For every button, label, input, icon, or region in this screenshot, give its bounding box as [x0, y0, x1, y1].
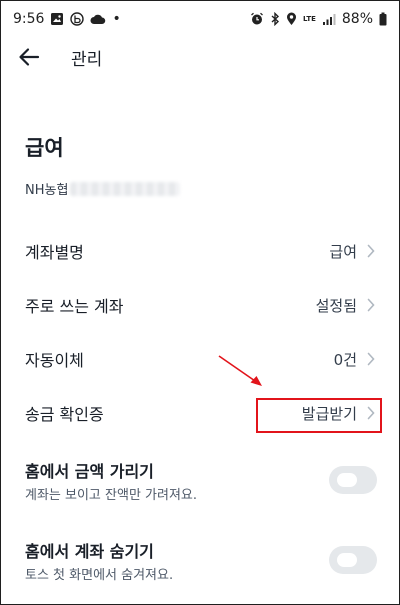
status-left: 9:56 •: [13, 11, 121, 27]
status-right: LTE 88%: [250, 11, 387, 27]
row-primary-account[interactable]: 주로 쓰는 계좌 설정됨: [1, 283, 399, 327]
annotation-highlight-box: [256, 398, 382, 433]
location-icon: [286, 12, 297, 26]
alarm-icon: [250, 12, 264, 26]
battery-icon: [379, 12, 387, 26]
toggle-description: 계좌는 보이고 잔액만 가려져요.: [25, 488, 198, 503]
toggle-knob: [337, 553, 357, 567]
bluetooth-icon: [270, 12, 280, 26]
row-value: 설정됨: [315, 296, 357, 315]
toggle-row-hide-account: 홈에서 계좌 숨기기 토스 첫 화면에서 숨겨져요.: [1, 538, 399, 598]
toggle-title: 홈에서 계좌 숨기기: [25, 542, 154, 561]
row-value: 0건: [333, 350, 357, 369]
lte-label: LTE: [303, 14, 316, 23]
app-b-icon: [70, 12, 85, 26]
back-arrow-icon: [19, 48, 40, 66]
status-bar: 9:56 • LTE 88%: [1, 1, 399, 37]
toggle-description: 토스 첫 화면에서 숨겨져요.: [25, 568, 174, 583]
hide-amount-toggle[interactable]: [329, 466, 377, 494]
row-label: 송금 확인증: [25, 405, 104, 424]
row-value: 급여: [329, 242, 357, 261]
account-number: NH농협: [25, 179, 181, 198]
row-account-nickname[interactable]: 계좌별명 급여: [1, 229, 399, 273]
battery-percent: 88%: [341, 11, 373, 27]
toggle-knob: [337, 473, 357, 487]
app-header: 관리: [1, 37, 399, 77]
lte-text: LTE: [303, 14, 316, 23]
masked-account-digits: [70, 181, 181, 196]
row-label: 자동이체: [25, 351, 84, 370]
status-time: 9:56: [13, 11, 45, 27]
page-title: 관리: [71, 50, 103, 70]
toggle-row-hide-amount: 홈에서 금액 가리기 계좌는 보이고 잔액만 가려져요.: [1, 458, 399, 518]
app-frame: 9:56 • LTE 88% 관리 급여 NH농협 계좌별명 급여 주로 쓰는 …: [0, 0, 400, 605]
signal-icon: [322, 13, 336, 26]
status-dot: •: [112, 11, 121, 27]
annotation-arrow-icon: [218, 355, 262, 386]
cloud-icon: [90, 13, 106, 25]
chevron-right-icon: [365, 243, 377, 259]
back-button[interactable]: [13, 43, 45, 71]
toggle-title: 홈에서 금액 가리기: [25, 462, 154, 481]
hide-account-toggle[interactable]: [329, 546, 377, 574]
row-label: 주로 쓰는 계좌: [25, 297, 124, 316]
chevron-right-icon: [365, 297, 377, 313]
chevron-right-icon: [365, 351, 377, 367]
row-label: 계좌별명: [25, 243, 84, 262]
bank-name: NH농협: [25, 183, 69, 198]
image-icon: [50, 12, 64, 26]
account-name: 급여: [25, 136, 64, 160]
row-auto-transfer[interactable]: 자동이체 0건: [1, 337, 399, 381]
